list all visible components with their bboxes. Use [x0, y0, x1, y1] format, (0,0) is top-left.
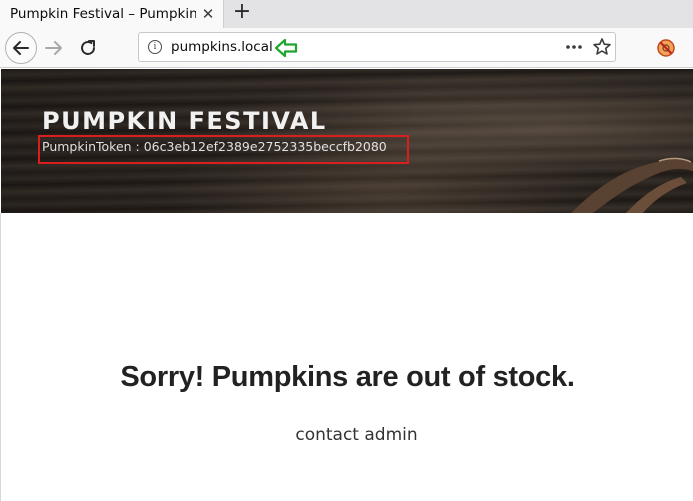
contact-admin-text: contact admin [295, 425, 418, 445]
back-button[interactable] [5, 32, 37, 64]
more-dots-icon[interactable] [563, 37, 585, 57]
header-banner: PUMPKIN FESTIVAL PumpkinToken : 06c3eb12… [1, 69, 693, 213]
reload-icon [81, 40, 95, 55]
navigation-bar: i pumpkins.local [0, 28, 693, 68]
tab-pumpkin-festival[interactable]: Pumpkin Festival – Pumpkin Festival ✕ [0, 0, 224, 28]
tab-strip: Pumpkin Festival – Pumpkin Festival ✕ + [0, 0, 693, 28]
address-bar[interactable]: i pumpkins.local [138, 32, 616, 62]
info-icon[interactable]: i [148, 40, 162, 54]
site-title[interactable]: PUMPKIN FESTIVAL [42, 106, 327, 136]
page-headline: Sorry! Pumpkins are out of stock. [120, 361, 575, 393]
pumpkin-token-text: PumpkinToken : 06c3eb12ef2389e2752335bec… [42, 139, 387, 154]
main-content: Sorry! Pumpkins are out of stock. contac… [0, 213, 693, 501]
back-arrow-icon [13, 41, 29, 55]
reload-button[interactable] [76, 36, 100, 60]
wooden-handle-image [571, 157, 693, 213]
new-tab-button[interactable]: + [230, 0, 254, 26]
close-icon[interactable]: ✕ [200, 4, 216, 24]
star-icon[interactable] [591, 36, 613, 58]
green-arrow-icon [274, 38, 298, 58]
tab-title: Pumpkin Festival – Pumpkin Festival [10, 6, 196, 22]
addon-icon[interactable] [655, 37, 677, 59]
forward-arrow-icon [45, 41, 62, 55]
forward-button[interactable] [42, 36, 66, 60]
url-text[interactable]: pumpkins.local [171, 38, 273, 56]
